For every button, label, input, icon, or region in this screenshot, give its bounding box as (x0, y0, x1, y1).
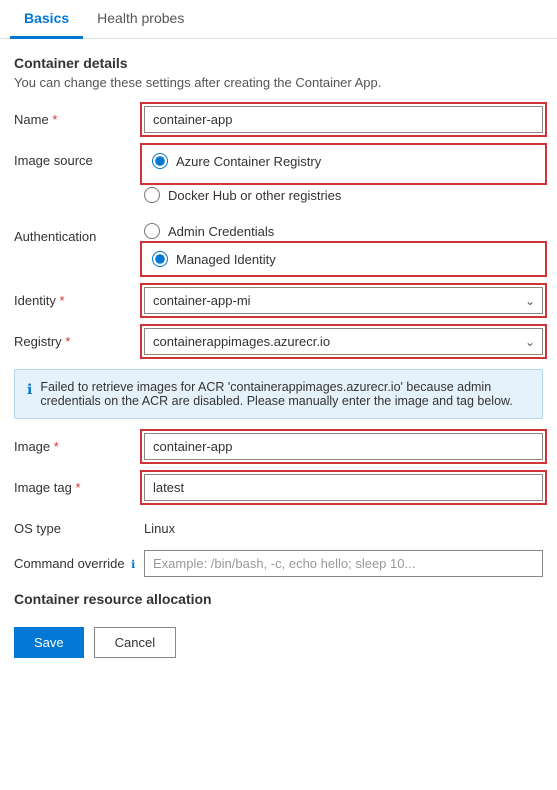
radio-admin-input[interactable] (144, 223, 160, 239)
os-type-value: Linux (144, 515, 543, 536)
info-icon: ℹ (27, 381, 32, 398)
identity-outline: container-app-mi ⌄ (144, 287, 543, 314)
image-input[interactable] (144, 433, 543, 460)
radio-dockerhub-input[interactable] (144, 187, 160, 203)
radio-acr[interactable]: Azure Container Registry (152, 153, 535, 169)
image-source-outline: Azure Container Registry (144, 147, 543, 181)
identity-label: Identity * (14, 287, 144, 308)
image-tag-input[interactable] (144, 474, 543, 501)
image-row: Image * (14, 433, 543, 460)
image-source-label: Image source (14, 147, 144, 168)
name-input[interactable] (144, 106, 543, 133)
radio-admin-label: Admin Credentials (168, 224, 274, 239)
command-override-row: Command override ℹ (14, 550, 543, 577)
radio-admin-wrapper: Admin Credentials (144, 223, 543, 239)
bottom-buttons: Save Cancel (14, 627, 543, 658)
image-control (144, 433, 543, 460)
name-row: Name * (14, 106, 543, 133)
radio-dockerhub-wrapper: Docker Hub or other registries (144, 187, 543, 203)
radio-managed-input[interactable] (152, 251, 168, 267)
save-button[interactable]: Save (14, 627, 84, 658)
command-override-control (144, 550, 543, 577)
image-tag-label: Image tag * (14, 474, 144, 495)
image-tag-required: * (75, 480, 80, 495)
name-control-area (144, 106, 543, 133)
managed-identity-outline: Managed Identity (144, 245, 543, 273)
command-override-label: Command override ℹ (14, 550, 144, 571)
registry-required: * (65, 334, 70, 349)
name-field-outline (144, 106, 543, 133)
image-tag-outline (144, 474, 543, 501)
section-title: Container details (14, 55, 543, 71)
authentication-control: Admin Credentials Managed Identity (144, 223, 543, 273)
section-description: You can change these settings after crea… (14, 75, 543, 90)
identity-select-wrapper: container-app-mi ⌄ (144, 287, 543, 314)
registry-label: Registry * (14, 328, 144, 349)
registry-control: containerappimages.azurecr.io ⌄ (144, 328, 543, 355)
main-content: Container details You can change these s… (0, 39, 557, 674)
radio-acr-label: Azure Container Registry (176, 154, 321, 169)
image-required: * (54, 439, 59, 454)
os-type-control: Linux (144, 515, 543, 536)
info-message: Failed to retrieve images for ACR 'conta… (40, 380, 530, 408)
registry-select[interactable]: containerappimages.azurecr.io (144, 328, 543, 355)
radio-dockerhub-label: Docker Hub or other registries (168, 188, 341, 203)
image-tag-control (144, 474, 543, 501)
image-source-control: Azure Container Registry Docker Hub or o… (144, 147, 543, 209)
radio-acr-input[interactable] (152, 153, 168, 169)
registry-outline: containerappimages.azurecr.io ⌄ (144, 328, 543, 355)
registry-row: Registry * containerappimages.azurecr.io… (14, 328, 543, 355)
cancel-button[interactable]: Cancel (94, 627, 176, 658)
os-type-row: OS type Linux (14, 515, 543, 536)
image-source-row: Image source Azure Container Registry Do… (14, 147, 543, 209)
identity-row: Identity * container-app-mi ⌄ (14, 287, 543, 314)
authentication-row: Authentication Admin Credentials Managed… (14, 223, 543, 273)
authentication-label: Authentication (14, 223, 144, 244)
radio-admin[interactable]: Admin Credentials (144, 223, 543, 239)
info-box: ℹ Failed to retrieve images for ACR 'con… (14, 369, 543, 419)
os-type-label: OS type (14, 515, 144, 536)
radio-managed[interactable]: Managed Identity (152, 251, 535, 267)
tab-health-probes[interactable]: Health probes (83, 0, 198, 39)
name-required: * (52, 112, 57, 127)
tab-basics[interactable]: Basics (10, 0, 83, 39)
image-outline (144, 433, 543, 460)
resource-section-title: Container resource allocation (14, 591, 543, 607)
image-tag-row: Image tag * (14, 474, 543, 501)
registry-select-wrapper: containerappimages.azurecr.io ⌄ (144, 328, 543, 355)
radio-dockerhub[interactable]: Docker Hub or other registries (144, 187, 543, 203)
radio-managed-label: Managed Identity (176, 252, 276, 267)
identity-select[interactable]: container-app-mi (144, 287, 543, 314)
identity-control: container-app-mi ⌄ (144, 287, 543, 314)
command-override-info-icon: ℹ (131, 559, 135, 571)
identity-required: * (60, 293, 65, 308)
command-override-input[interactable] (144, 550, 543, 577)
image-label: Image * (14, 433, 144, 454)
name-label: Name * (14, 106, 144, 127)
tabs-bar: Basics Health probes (0, 0, 557, 39)
